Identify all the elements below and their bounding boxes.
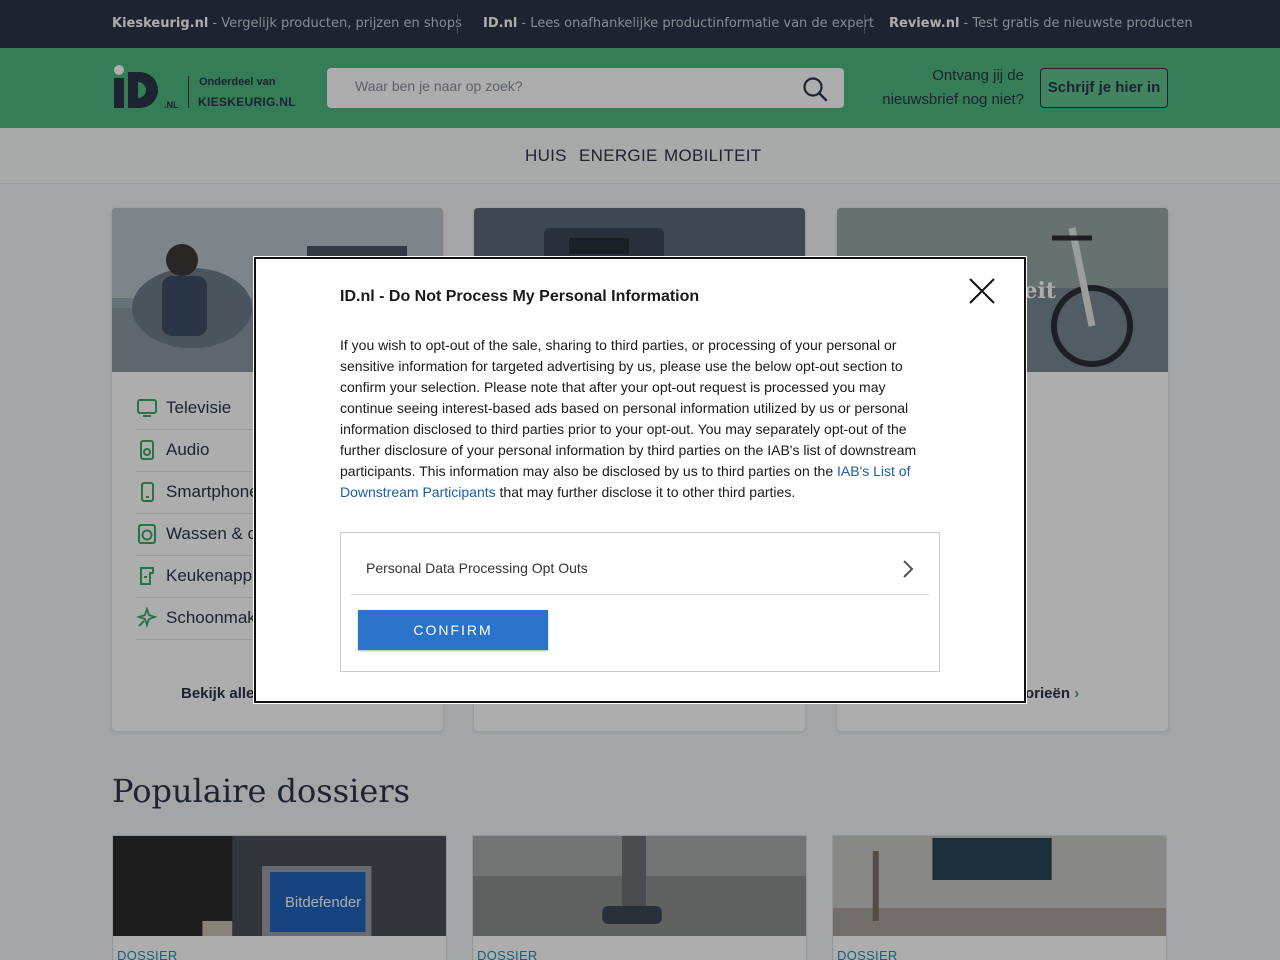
dialog-title: ID.nl - Do Not Process My Personal Infor…: [340, 288, 700, 305]
chevron-right-icon: [903, 560, 914, 578]
close-icon[interactable]: [968, 277, 996, 305]
dialog-body-text: that may further disclose it to other th…: [495, 484, 796, 500]
opt-out-option-label: Personal Data Processing Opt Outs: [366, 560, 588, 576]
privacy-opt-out-dialog: ID.nl - Do Not Process My Personal Infor…: [253, 256, 1027, 704]
opt-out-panel: Personal Data Processing Opt Outs CONFIR…: [340, 532, 940, 672]
opt-out-option-row[interactable]: Personal Data Processing Opt Outs: [351, 533, 929, 595]
confirm-button[interactable]: CONFIRM: [358, 610, 548, 650]
dialog-body-text: If you wish to opt-out of the sale, shar…: [340, 337, 917, 479]
dialog-body: If you wish to opt-out of the sale, shar…: [340, 335, 930, 503]
